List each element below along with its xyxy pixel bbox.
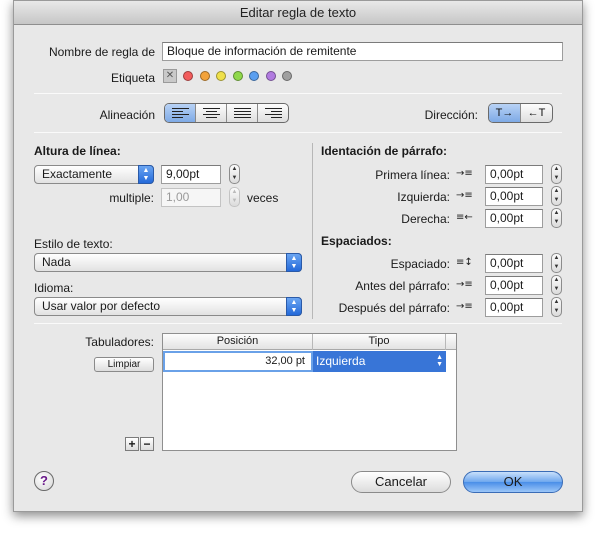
tab-position-editor[interactable]: 32,00 pt — [163, 351, 313, 372]
tab-type-cell[interactable]: Izquierda ▲ ▼ — [313, 351, 446, 372]
column-header-position[interactable]: Posición — [163, 334, 313, 350]
direction-segmented-control: T→ ←T — [488, 103, 553, 123]
spacing-row-label: Después del párrafo: — [338, 301, 450, 315]
text-style-value: Nada — [42, 255, 71, 269]
cancel-button[interactable]: Cancelar — [351, 471, 451, 493]
indent-row-label: Derecha: — [401, 212, 450, 226]
spacing-row-label: Espaciado: — [390, 257, 450, 271]
tabs-label: Tabuladores: — [85, 335, 154, 349]
indent-heading: Identación de párrafo: — [321, 144, 448, 158]
indent-row-stepper[interactable]: ▲ ▼ — [551, 208, 562, 228]
multiple-field[interactable]: 1,00 — [161, 188, 221, 207]
separator — [34, 323, 562, 324]
tabs-table-header: Posición Tipo — [163, 334, 456, 350]
tab-type-value: Izquierda — [316, 354, 366, 368]
line-height-heading: Altura de línea: — [34, 144, 121, 158]
line-height-mode-popup[interactable]: Exactamente ▲ ▼ — [34, 165, 154, 184]
text-style-popup[interactable]: Nada ▲ ▼ — [34, 253, 302, 272]
indent-row-field[interactable]: 0,00pt — [485, 187, 543, 206]
separator — [34, 132, 562, 133]
column-header-type[interactable]: Tipo — [313, 334, 446, 350]
rule-name-label: Nombre de regla de — [48, 45, 155, 59]
tabs-table: Posición Tipo 32,00 pt Izquierda ▲ ▼ — [162, 333, 457, 451]
window-title: Editar regla de texto — [14, 1, 582, 25]
tag-color-swatch[interactable] — [232, 71, 243, 81]
multiple-unit-label: veces — [247, 191, 279, 205]
indent-row-icon: →≡ — [456, 190, 473, 201]
indent-row-stepper[interactable]: ▲ ▼ — [551, 164, 562, 184]
spacing-row-icon: ≡↕ — [456, 257, 473, 268]
align-center-button[interactable] — [196, 104, 227, 122]
language-popup[interactable]: Usar valor por defecto ▲ ▼ — [34, 297, 302, 316]
multiple-label: multiple: — [109, 191, 154, 205]
popup-arrows-icon: ▲ ▼ — [286, 297, 302, 316]
spacing-row-field[interactable]: 0,00pt — [485, 276, 543, 295]
spacing-row-icon: →≡ — [456, 301, 473, 312]
spacing-row-icon: →≡ — [456, 279, 473, 290]
line-height-field[interactable]: 9,00pt — [161, 165, 221, 184]
tag-color-swatch[interactable] — [199, 71, 210, 81]
tag-color-swatch[interactable] — [249, 71, 259, 81]
align-right-icon — [265, 108, 282, 120]
tag-color-swatch[interactable] — [282, 71, 292, 81]
align-justify-button[interactable] — [227, 104, 258, 122]
indent-row-icon: →≡ — [456, 168, 473, 179]
help-button[interactable]: ? — [34, 471, 54, 491]
direction-ltr-button[interactable]: T→ — [489, 104, 521, 122]
add-tab-button[interactable]: + — [125, 437, 139, 451]
popup-arrows-icon: ▲ ▼ — [138, 165, 154, 184]
indent-row-icon: ≡← — [456, 212, 473, 223]
alignment-label: Alineación — [99, 108, 155, 122]
indent-row-field[interactable]: 0,00pt — [485, 165, 543, 184]
column-divider — [312, 143, 313, 319]
align-left-button[interactable] — [165, 104, 196, 122]
text-style-label: Estilo de texto: — [34, 237, 113, 251]
popup-arrows-icon: ▲ ▼ — [436, 354, 443, 368]
tag-color-swatch[interactable] — [265, 71, 276, 81]
language-value: Usar valor por defecto — [42, 299, 161, 313]
tag-color-swatch[interactable] — [216, 71, 226, 81]
line-height-mode-value: Exactamente — [42, 167, 113, 181]
direction-label: Dirección: — [424, 108, 478, 122]
align-justify-icon — [234, 108, 251, 120]
tag-color-swatch[interactable] — [183, 71, 193, 81]
align-left-icon — [172, 108, 189, 120]
ok-button[interactable]: OK — [463, 471, 563, 493]
spacing-row-field[interactable]: 0,00pt — [485, 254, 543, 273]
indent-row-label: Izquierda: — [397, 190, 450, 204]
edit-text-rule-dialog: Editar regla de texto Nombre de regla de… — [13, 0, 583, 512]
spacing-heading: Espaciados: — [321, 234, 392, 248]
line-height-stepper[interactable]: ▲ ▼ — [229, 164, 240, 184]
spacing-row-stepper[interactable]: ▲ ▼ — [551, 275, 562, 295]
popup-arrows-icon: ▲ ▼ — [286, 253, 302, 272]
multiple-stepper[interactable]: ▲ ▼ — [229, 187, 240, 207]
language-label: Idioma: — [34, 281, 74, 295]
indent-row-stepper[interactable]: ▲ ▼ — [551, 186, 562, 206]
tag-label: Etiqueta — [110, 71, 155, 85]
indent-row-label: Primera línea: — [375, 168, 450, 182]
alignment-segmented-control — [164, 103, 289, 123]
remove-tab-button[interactable]: − — [140, 437, 154, 451]
align-center-icon — [203, 108, 220, 120]
spacing-row-stepper[interactable]: ▲ ▼ — [551, 253, 562, 273]
rule-name-field[interactable]: Bloque de información de remitente — [162, 42, 563, 61]
indent-row-field[interactable]: 0,00pt — [485, 209, 543, 228]
spacing-row-field[interactable]: 0,00pt — [485, 298, 543, 317]
clear-tabs-button[interactable]: Limpiar — [94, 357, 154, 372]
tag-none-icon[interactable]: ✕ — [163, 69, 177, 83]
spacing-row-stepper[interactable]: ▲ ▼ — [551, 297, 562, 317]
align-right-button[interactable] — [258, 104, 288, 122]
spacing-row-label: Antes del párrafo: — [355, 279, 450, 293]
separator — [34, 93, 562, 94]
direction-rtl-button[interactable]: ←T — [521, 104, 552, 122]
